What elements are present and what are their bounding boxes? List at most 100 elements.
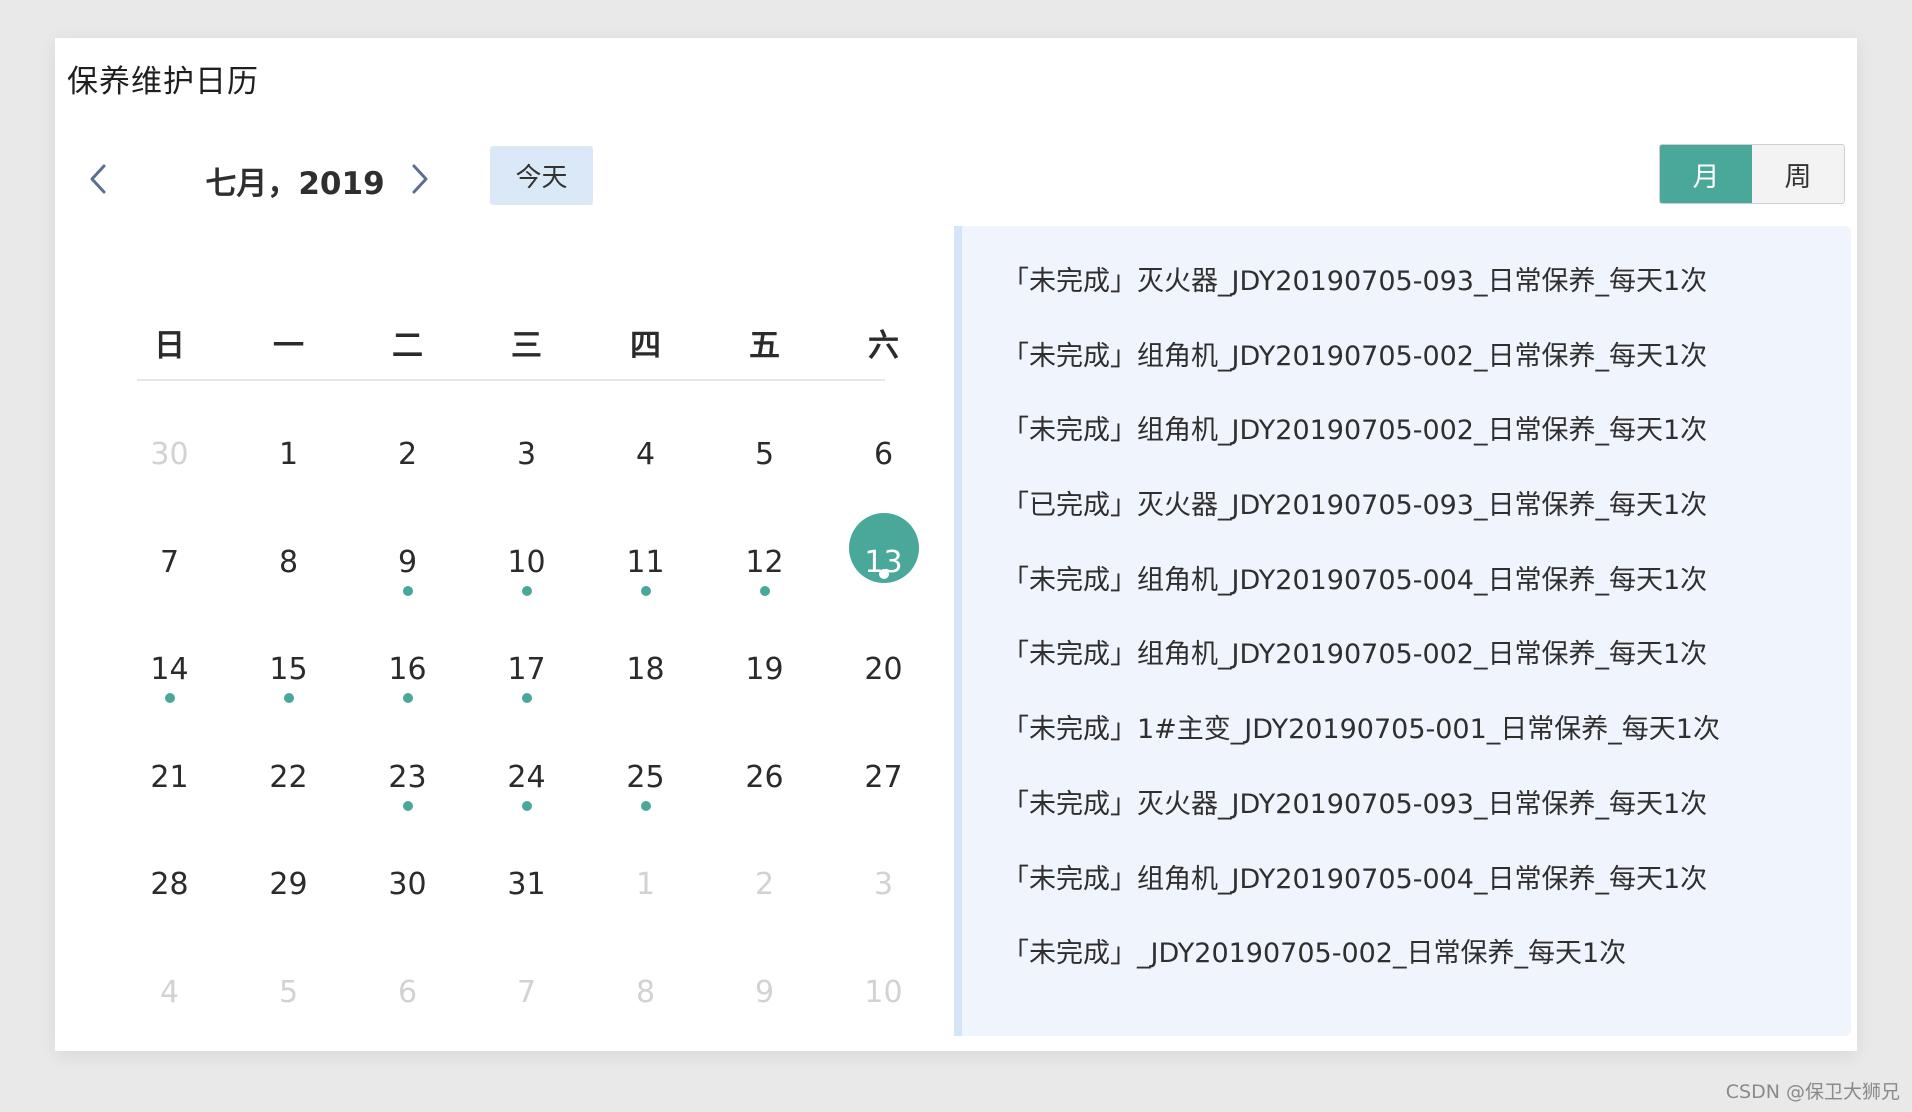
calendar-day[interactable]: 3 bbox=[467, 435, 586, 543]
calendar-day[interactable]: 30 bbox=[110, 435, 229, 543]
week-view-button[interactable]: 周 bbox=[1752, 145, 1844, 203]
task-indicator-dot bbox=[283, 693, 294, 703]
day-number: 19 bbox=[745, 652, 784, 687]
calendar-week-row: 14 15 16 17 18 19 20 bbox=[110, 650, 950, 758]
calendar-day[interactable]: 27 bbox=[824, 758, 943, 866]
task-item[interactable]: 「未完成」组角机_JDY20190705-004_日常保养_每天1次 bbox=[1002, 559, 1720, 634]
calendar-day[interactable]: 29 bbox=[229, 865, 348, 973]
calendar-day[interactable]: 22 bbox=[229, 758, 348, 866]
calendar-day[interactable]: 7 bbox=[467, 973, 586, 1081]
task-indicator-dot bbox=[521, 585, 532, 596]
calendar-week-row: 21 22 23 24 25 26 27 bbox=[110, 758, 950, 866]
calendar-day[interactable]: 5 bbox=[229, 973, 348, 1081]
day-number: 11 bbox=[626, 544, 665, 580]
next-month-button[interactable] bbox=[400, 154, 440, 204]
weekday-label: 四 bbox=[630, 327, 661, 364]
task-indicator-dot bbox=[402, 693, 413, 703]
task-item[interactable]: 「未完成」1#主变_JDY20190705-001_日常保养_每天1次 bbox=[1002, 708, 1720, 783]
weekday-label: 五 bbox=[749, 327, 780, 364]
calendar-day[interactable]: 8 bbox=[586, 973, 705, 1081]
calendar-week-row: 30 1 2 3 4 5 6 bbox=[110, 435, 950, 543]
day-number: 7 bbox=[516, 974, 537, 1010]
calendar-day[interactable]: 17 bbox=[467, 650, 586, 758]
day-number: 25 bbox=[626, 759, 665, 795]
day-number: 28 bbox=[150, 867, 189, 902]
day-number: 6 bbox=[397, 974, 418, 1010]
calendar-day[interactable]: 8 bbox=[229, 543, 348, 651]
prev-month-button[interactable] bbox=[78, 154, 118, 204]
calendar-day[interactable]: 19 bbox=[705, 650, 824, 758]
day-number: 31 bbox=[507, 867, 546, 902]
calendar-day[interactable]: 6 bbox=[348, 973, 467, 1081]
calendar-day[interactable]: 2 bbox=[705, 865, 824, 973]
day-number: 1 bbox=[278, 437, 299, 472]
task-item[interactable]: 「未完成」组角机_JDY20190705-004_日常保养_每天1次 bbox=[1002, 858, 1720, 933]
calendar-day[interactable]: 1 bbox=[586, 865, 705, 973]
calendar-day[interactable]: 2 bbox=[348, 435, 467, 543]
day-number: 24 bbox=[507, 759, 546, 795]
calendar-day[interactable]: 4 bbox=[586, 435, 705, 543]
task-indicator-dot bbox=[164, 693, 175, 703]
chevron-right-icon bbox=[412, 164, 428, 194]
calendar-day[interactable]: 15 bbox=[229, 650, 348, 758]
task-indicator-dot bbox=[878, 568, 889, 579]
task-item[interactable]: 「已完成」灭火器_JDY20190705-093_日常保养_每天1次 bbox=[1002, 484, 1720, 559]
calendar-day-selected[interactable]: 13 bbox=[824, 512, 943, 651]
calendar-day[interactable]: 9 bbox=[348, 543, 467, 651]
day-number: 8 bbox=[278, 544, 299, 580]
task-item[interactable]: 「未完成」组角机_JDY20190705-002_日常保养_每天1次 bbox=[1002, 633, 1720, 708]
weekday-label: 三 bbox=[511, 327, 542, 364]
calendar-day[interactable]: 9 bbox=[705, 973, 824, 1081]
calendar-day[interactable]: 24 bbox=[467, 758, 586, 866]
calendar-day[interactable]: 12 bbox=[705, 543, 824, 651]
calendar-week-row: 4 5 6 7 8 9 10 bbox=[110, 973, 950, 1081]
calendar-grid: 30 1 2 3 4 5 6 7 8 9 10 11 12 13 14 15 16 17 18 19 20 21 22 23 2… bbox=[110, 435, 950, 1080]
calendar-day[interactable]: 18 bbox=[586, 650, 705, 758]
calendar-day[interactable]: 4 bbox=[110, 973, 229, 1081]
month-view-button[interactable]: 月 bbox=[1660, 145, 1752, 203]
today-button[interactable]: 今天 bbox=[490, 146, 593, 205]
card-title: 保养维护日历 bbox=[67, 64, 259, 100]
calendar-day[interactable]: 16 bbox=[348, 650, 467, 758]
day-number: 16 bbox=[388, 652, 427, 687]
calendar-day[interactable]: 1 bbox=[229, 435, 348, 543]
calendar-day[interactable]: 20 bbox=[824, 650, 943, 758]
day-number: 5 bbox=[754, 437, 775, 472]
calendar-day[interactable]: 10 bbox=[824, 973, 943, 1081]
calendar-day[interactable]: 5 bbox=[705, 435, 824, 543]
calendar-day[interactable]: 11 bbox=[586, 543, 705, 651]
calendar-day[interactable]: 10 bbox=[467, 543, 586, 651]
month-label: 七月，2019 bbox=[205, 166, 385, 202]
day-number: 9 bbox=[754, 974, 775, 1010]
day-number: 26 bbox=[745, 759, 784, 795]
calendar-day[interactable]: 23 bbox=[348, 758, 467, 866]
day-number: 20 bbox=[864, 652, 903, 687]
weekday-label: 六 bbox=[868, 327, 899, 364]
task-item[interactable]: 「未完成」灭火器_JDY20190705-093_日常保养_每天1次 bbox=[1002, 783, 1720, 858]
task-item[interactable]: 「未完成」组角机_JDY20190705-002_日常保养_每天1次 bbox=[1002, 335, 1720, 410]
task-item[interactable]: 「未完成」_JDY20190705-002_日常保养_每天1次 bbox=[1002, 932, 1720, 1007]
chevron-left-icon bbox=[90, 164, 106, 194]
calendar-day[interactable]: 26 bbox=[705, 758, 824, 866]
task-item[interactable]: 「未完成」组角机_JDY20190705-002_日常保养_每天1次 bbox=[1002, 409, 1720, 484]
calendar-day[interactable]: 7 bbox=[110, 543, 229, 651]
day-number: 9 bbox=[397, 544, 418, 580]
day-number: 10 bbox=[864, 974, 903, 1010]
calendar-day[interactable]: 25 bbox=[586, 758, 705, 866]
calendar-day[interactable]: 30 bbox=[348, 865, 467, 973]
calendar-day[interactable]: 3 bbox=[824, 865, 943, 973]
day-number: 22 bbox=[269, 759, 308, 795]
calendar-day[interactable]: 28 bbox=[110, 865, 229, 973]
calendar-day[interactable]: 14 bbox=[110, 650, 229, 758]
day-number: 2 bbox=[754, 867, 775, 902]
day-number: 1 bbox=[635, 867, 656, 902]
weekday-header: 日一二三四五六 bbox=[110, 303, 950, 381]
task-indicator-dot bbox=[640, 585, 651, 596]
task-list: 「未完成」灭火器_JDY20190705-093_日常保养_每天1次 「未完成」组… bbox=[1002, 260, 1720, 1007]
day-number: 8 bbox=[635, 974, 656, 1010]
day-number: 4 bbox=[635, 437, 656, 472]
calendar-day[interactable]: 31 bbox=[467, 865, 586, 973]
day-number: 15 bbox=[269, 652, 308, 687]
calendar-day[interactable]: 21 bbox=[110, 758, 229, 866]
task-item[interactable]: 「未完成」灭火器_JDY20190705-093_日常保养_每天1次 bbox=[1002, 260, 1720, 335]
